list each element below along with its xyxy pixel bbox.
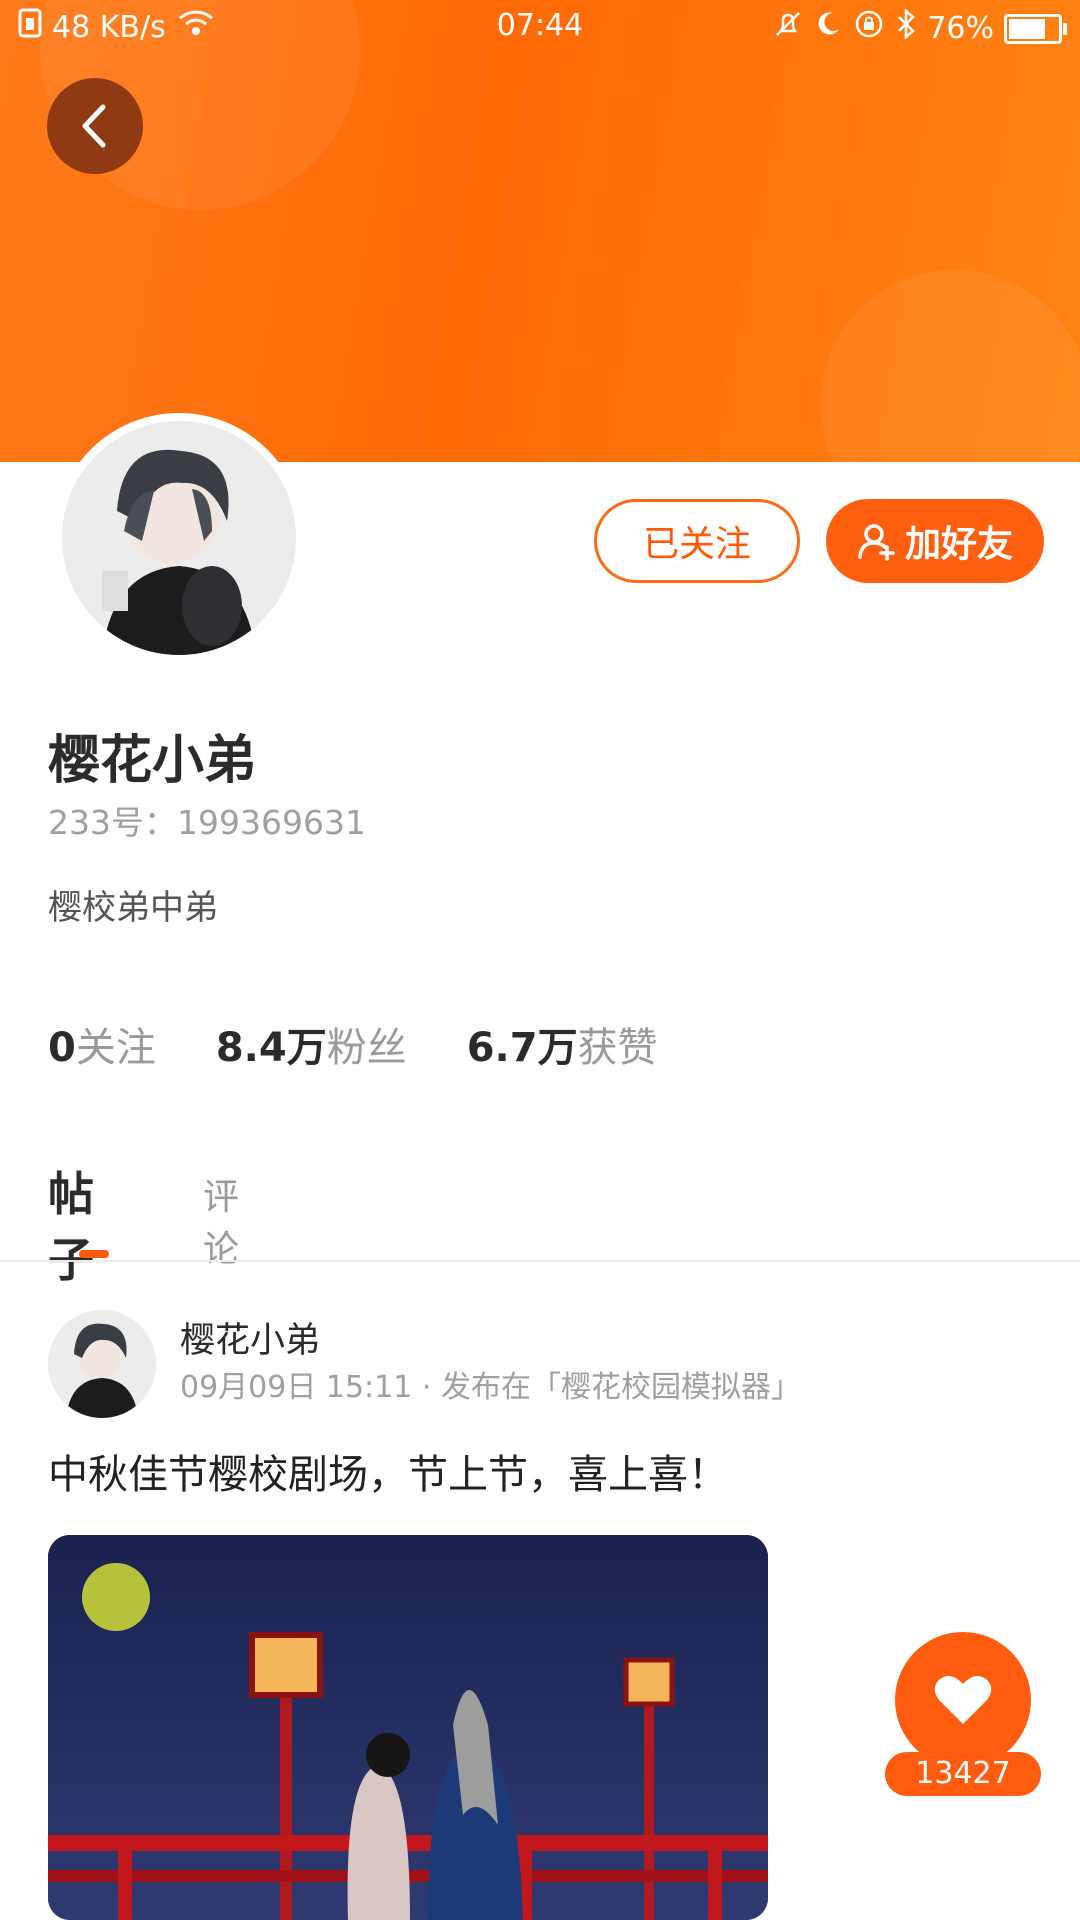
avatar[interactable] — [54, 413, 304, 663]
stat-likes[interactable]: 6.7万获赞 — [467, 1015, 658, 1073]
profile-stats: 0关注 8.4万粉丝 6.7万获赞 — [48, 1015, 658, 1073]
tab-indicator — [79, 1250, 109, 1258]
chevron-left-icon — [82, 104, 106, 148]
like-count: 13427 — [885, 1752, 1041, 1796]
stat-following-count: 0 — [48, 1025, 76, 1071]
post-image-scene — [48, 1535, 768, 1920]
post-text[interactable]: 中秋佳节樱校剧场，节上节，喜上喜！ — [48, 1442, 728, 1500]
bluetooth-icon — [895, 8, 917, 48]
battery-icon — [1004, 13, 1067, 44]
battery-percent: 76% — [927, 11, 994, 46]
moon-icon — [813, 9, 843, 48]
add-friend-label: 加好友 — [904, 524, 1013, 565]
stat-following[interactable]: 0关注 — [48, 1015, 156, 1073]
divider — [0, 1260, 1080, 1262]
post-meta: 09月09日 15:11 · 发布在「樱花校园模拟器」 — [180, 1370, 801, 1405]
add-friend-button[interactable]: 加好友 — [826, 499, 1044, 583]
profile-banner — [0, 0, 1080, 462]
profile-name: 樱花小弟 — [48, 731, 257, 791]
add-user-icon — [858, 524, 895, 561]
post-author-name[interactable]: 樱花小弟 — [180, 1312, 320, 1363]
post-author-avatar[interactable] — [48, 1310, 156, 1418]
heart-icon — [934, 1675, 992, 1724]
mute-icon — [773, 9, 803, 48]
post-avatar-image — [48, 1310, 156, 1418]
profile-bio: 樱校弟中弟 — [48, 888, 218, 928]
stat-likes-label: 获赞 — [577, 1025, 658, 1071]
banner-decoration — [820, 270, 1080, 462]
stat-fans-label: 粉丝 — [326, 1025, 407, 1071]
stat-fans-count: 8.4万 — [215, 1025, 327, 1071]
profile-id: 233号：199369631 — [48, 803, 366, 842]
avatar-image — [62, 421, 296, 655]
like-button[interactable] — [895, 1632, 1031, 1768]
tab-comments[interactable]: 评论 — [203, 1168, 239, 1272]
stat-likes-count: 6.7万 — [466, 1025, 578, 1071]
post-image[interactable] — [48, 1535, 768, 1920]
tab-posts[interactable]: 帖子 — [48, 1158, 94, 1290]
following-button-label: 已关注 — [642, 524, 751, 565]
stat-following-label: 关注 — [75, 1025, 156, 1071]
stat-fans[interactable]: 8.4万粉丝 — [216, 1015, 407, 1073]
status-bar: 48 KB/s 07:44 76% — [0, 0, 1080, 56]
rotation-lock-icon — [853, 8, 885, 49]
back-button[interactable] — [47, 78, 143, 174]
following-button[interactable]: 已关注 — [594, 499, 800, 583]
